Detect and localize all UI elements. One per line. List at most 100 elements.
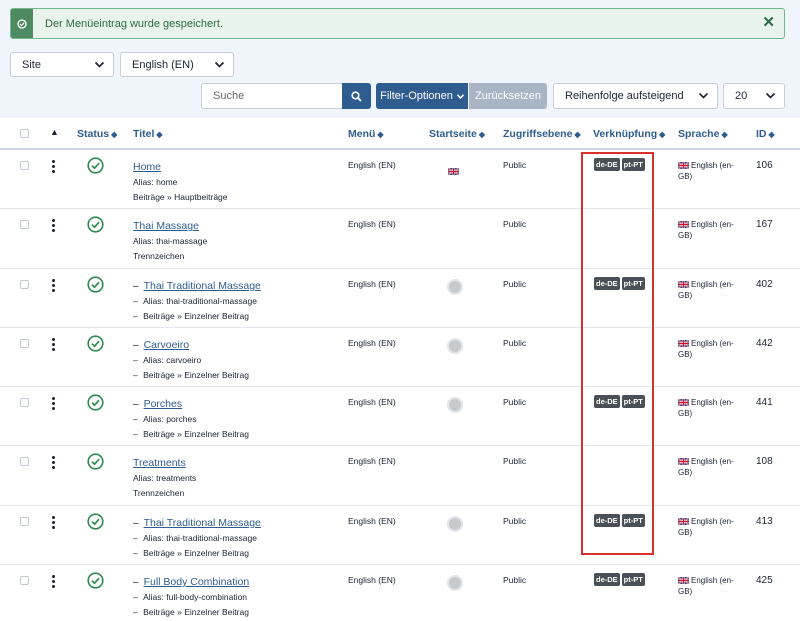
association-badge[interactable]: de-DE [594, 158, 620, 171]
association-badge[interactable]: de-DE [594, 276, 620, 290]
search-button[interactable] [342, 83, 371, 109]
menu-column-header[interactable]: Menü ◆ [348, 128, 384, 140]
item-title-link[interactable]: Thai Traditional Massage [144, 280, 261, 292]
drag-handle-icon[interactable] [52, 575, 55, 589]
drag-handle-icon[interactable] [52, 160, 55, 173]
association-badge[interactable]: pt-PT [621, 395, 645, 409]
drag-handle-icon[interactable] [52, 456, 55, 470]
menu-cell: English (EN) [348, 575, 396, 586]
item-title-link[interactable]: Home [133, 161, 161, 173]
row-checkbox[interactable] [20, 220, 29, 230]
uk-flag-icon [677, 161, 690, 170]
item-alias: Alias: home [133, 177, 178, 187]
association-cell: de-DE pt-PT [594, 395, 645, 409]
filter-options-button[interactable]: Filter-Optionen [376, 83, 468, 109]
table-body: Home Alias: home Beiträge » Hauptbeiträg… [0, 150, 800, 621]
drag-handle-icon[interactable] [52, 337, 55, 351]
item-title-link[interactable]: Treatments [133, 457, 186, 469]
row-checkbox[interactable] [20, 161, 29, 170]
item-title-link[interactable]: Carvoeiro [144, 339, 190, 351]
association-badge[interactable]: pt-PT [621, 513, 645, 527]
uk-flag-icon [677, 576, 690, 585]
close-icon[interactable]: ✕ [762, 14, 775, 32]
published-check-icon[interactable] [87, 572, 104, 589]
menu-cell: English (EN) [348, 219, 396, 230]
select-all-checkbox[interactable] [20, 129, 29, 138]
association-badge[interactable]: de-DE [594, 395, 620, 409]
access-cell: Public [503, 515, 527, 526]
item-title-link[interactable]: Thai Traditional Massage [144, 517, 261, 529]
item-type: Trennzeichen [133, 251, 185, 262]
language-cell: English (en-GB) [677, 219, 742, 241]
association-badge[interactable]: de-DE [594, 513, 620, 527]
item-title-link[interactable]: Porches [144, 398, 183, 410]
language-select[interactable]: English (EN) [120, 52, 234, 77]
row-checkbox[interactable] [20, 279, 29, 289]
association-badge[interactable]: pt-PT [621, 158, 645, 171]
status-column-header[interactable]: Status ◆ [77, 128, 117, 140]
access-column-header[interactable]: Zugriffsebene ◆ [503, 128, 581, 140]
uk-flag-icon [677, 458, 690, 466]
association-column-header[interactable]: Verknüpfung ◆ [593, 128, 665, 140]
id-cell: 402 [756, 278, 773, 290]
menu-cell: English (EN) [348, 278, 396, 289]
site-select[interactable]: Site [10, 52, 114, 77]
association-badge[interactable]: pt-PT [621, 276, 645, 290]
drag-handle-icon[interactable] [52, 515, 55, 529]
item-title-link[interactable]: Full Body Combination [144, 576, 250, 588]
set-home-toggle-icon[interactable] [447, 575, 463, 592]
published-check-icon[interactable] [87, 394, 104, 411]
home-column-header[interactable]: Startseite ◆ [429, 128, 485, 140]
association-badge[interactable]: pt-PT [621, 573, 645, 587]
drag-handle-icon[interactable] [52, 219, 55, 233]
uk-flag-icon [677, 517, 690, 526]
search-input[interactable] [201, 83, 343, 109]
ordering-select[interactable]: Reihenfolge aufsteigend [553, 83, 718, 109]
row-checkbox[interactable] [20, 338, 29, 348]
ordering-select-value: Reihenfolge aufsteigend [565, 90, 684, 102]
success-alert: Der Menüeintrag wurde gespeichert. ✕ [10, 8, 785, 39]
row-checkbox[interactable] [20, 457, 29, 467]
search-icon [351, 90, 362, 102]
set-home-toggle-icon[interactable] [447, 337, 463, 354]
reset-button[interactable]: Zurücksetzen [469, 83, 547, 109]
drag-handle-icon[interactable] [52, 397, 55, 411]
language-column-header[interactable]: Sprache ◆ [678, 128, 728, 140]
item-title-link[interactable]: Thai Massage [133, 220, 199, 232]
published-check-icon[interactable] [87, 335, 104, 352]
table-row: Thai Massage Alias: thai-massage Trennze… [0, 209, 800, 269]
access-cell: Public [503, 219, 527, 230]
menu-cell: English (EN) [348, 515, 396, 526]
row-checkbox[interactable] [20, 576, 29, 586]
menu-items-table: ▲ Status ◆ Titel ◆ Menü ◆ Startseite ◆ Zugri… [0, 118, 800, 621]
published-check-icon[interactable] [87, 513, 104, 530]
set-home-toggle-icon[interactable] [447, 278, 463, 295]
filter-options-label: Filter-Optionen [380, 90, 453, 102]
item-type: Trennzeichen [133, 488, 185, 499]
association-badge[interactable]: de-DE [594, 573, 620, 587]
access-cell: Public [503, 575, 527, 586]
access-cell: Public [503, 278, 527, 289]
uk-flag-icon [677, 280, 690, 288]
set-home-toggle-icon[interactable] [447, 515, 463, 532]
item-alias: – Alias: full-body-combination [133, 592, 248, 603]
row-checkbox[interactable] [20, 398, 29, 408]
chevron-down-icon [94, 61, 105, 68]
published-check-icon[interactable] [87, 157, 104, 174]
chevron-down-icon [456, 93, 464, 99]
table-row: – Full Body Combination – Alias: full-bod… [0, 565, 800, 621]
default-home-flag[interactable] [447, 162, 460, 180]
published-check-icon[interactable] [87, 453, 104, 471]
title-column-header[interactable]: Titel ◆ [133, 128, 163, 140]
title-cell: – Full Body Combination – Alias: full-bod… [133, 575, 249, 620]
published-check-icon[interactable] [87, 275, 104, 293]
set-home-toggle-icon[interactable] [447, 397, 463, 414]
language-select-value: English (EN) [132, 58, 194, 71]
row-checkbox[interactable] [20, 516, 29, 526]
published-check-icon[interactable] [87, 216, 104, 233]
drag-handle-icon[interactable] [52, 278, 55, 292]
id-column-header[interactable]: ID ◆ [756, 128, 775, 140]
ordering-column-header[interactable]: ▲ [50, 127, 59, 137]
limit-select[interactable]: 20 [723, 83, 785, 109]
menu-cell: English (EN) [348, 397, 396, 408]
